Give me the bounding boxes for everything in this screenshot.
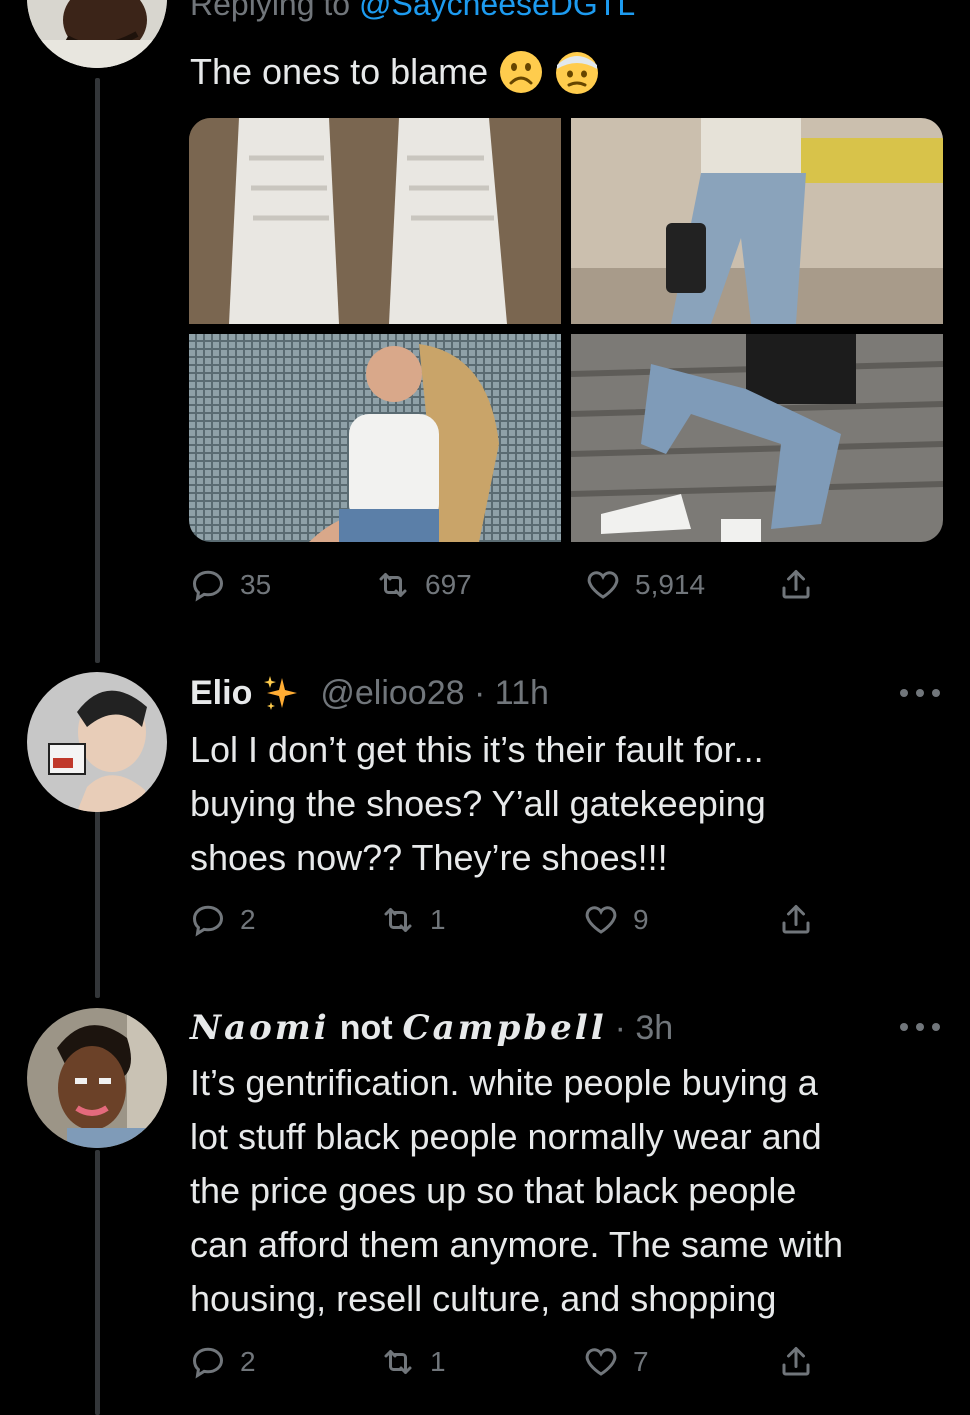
media-photo-steps-sneakers[interactable]	[571, 334, 943, 542]
heart-icon	[585, 906, 617, 934]
tweet-text: It’s gentrification. white people buying…	[190, 1056, 843, 1326]
more-options-icon[interactable]	[900, 683, 940, 703]
media-photo-sneakers[interactable]	[189, 118, 561, 324]
retweet-icon	[379, 573, 407, 597]
share-button[interactable]	[778, 898, 828, 942]
replying-prefix: Replying to	[190, 0, 359, 22]
reply-button[interactable]: 35	[190, 563, 271, 607]
like-button[interactable]: 5,914	[585, 563, 705, 607]
avatar[interactable]	[27, 1008, 167, 1148]
tweet-text-line: Lol I don’t get this it’s their fault fo…	[190, 729, 764, 770]
avatar[interactable]	[27, 0, 167, 68]
retweet-button[interactable]: 1	[380, 898, 446, 942]
reply-icon	[192, 1347, 224, 1379]
display-name-part-1[interactable]: Naomi	[190, 1008, 330, 1048]
avatar[interactable]	[27, 672, 167, 812]
replying-handle-link[interactable]: @SaycheeseDGTL	[359, 0, 635, 22]
retweet-button[interactable]: 697	[375, 563, 472, 607]
thread-line	[95, 808, 100, 998]
reply-count: 2	[240, 1346, 256, 1377]
replying-to: Replying to @SaycheeseDGTL	[190, 0, 635, 23]
tweet-text-line: buying the shoes? Y’all gatekeeping	[190, 783, 766, 824]
frowning-face-icon	[498, 49, 544, 95]
tweet-actions: 2 1 7	[190, 1340, 830, 1384]
retweet-count: 1	[430, 1346, 446, 1377]
more-options-icon[interactable]	[900, 1017, 940, 1037]
retweet-icon	[384, 1350, 412, 1374]
share-button[interactable]	[778, 1340, 828, 1384]
retweet-button[interactable]: 1	[380, 1340, 446, 1384]
retweet-count: 697	[425, 569, 472, 600]
reply-count: 2	[240, 904, 256, 935]
display-name-part-2[interactable]: not	[340, 1009, 393, 1048]
reply-icon	[192, 905, 224, 937]
heart-icon	[585, 1348, 617, 1376]
timestamp[interactable]: · 3h	[615, 1009, 674, 1048]
tweet-actions: 2 1 9	[190, 898, 830, 942]
display-name[interactable]: Elio	[190, 674, 252, 713]
tweet-text-line: the price goes up so that black people	[190, 1170, 797, 1211]
handle-timestamp[interactable]: @elioo28 · 11h	[320, 674, 549, 713]
media-photo-jeans-walking[interactable]	[571, 118, 943, 324]
thread-line	[95, 1150, 100, 1415]
reply-count: 35	[240, 569, 272, 600]
share-icon	[782, 570, 810, 599]
tweet-text: Lol I don’t get this it’s their fault fo…	[190, 723, 766, 885]
tweet-text-line: lot stuff black people normally wear and	[190, 1116, 822, 1157]
share-button[interactable]	[778, 563, 828, 607]
like-count: 9	[633, 904, 649, 935]
tweet-text-content: The ones to blame	[190, 51, 489, 92]
like-button[interactable]: 9	[583, 898, 649, 942]
reply-header: Elio @elioo28 · 11h	[190, 674, 549, 714]
reply-button[interactable]: 2	[190, 898, 256, 942]
tweet-text-line: housing, resell culture, and shopping	[190, 1278, 777, 1319]
share-icon	[782, 1347, 810, 1376]
tweet-text: The ones to blame	[190, 45, 600, 99]
reply-icon	[192, 570, 224, 602]
media-photo-woman-tank-top[interactable]	[189, 334, 561, 542]
heart-icon	[587, 571, 619, 599]
reply-header: Naomi not Campbell · 3h	[190, 1008, 673, 1048]
tweet-text-line: It’s gentrification. white people buying…	[190, 1062, 818, 1103]
media-grid[interactable]	[189, 118, 943, 542]
tweet-actions: 35 697 5,914	[190, 563, 830, 607]
retweet-count: 1	[430, 904, 446, 935]
reply-button[interactable]: 2	[190, 1340, 256, 1384]
thread-line	[95, 78, 100, 663]
retweet-icon	[384, 908, 412, 932]
like-button[interactable]: 7	[583, 1340, 649, 1384]
tweet-text-line: shoes now?? They’re shoes!!!	[190, 837, 668, 878]
share-icon	[782, 905, 810, 934]
sparkles-icon	[262, 674, 302, 714]
like-count: 7	[633, 1346, 649, 1377]
like-count: 5,914	[635, 569, 706, 600]
tweet-text-line: can afford them anymore. The same with	[190, 1224, 843, 1265]
display-name-part-3[interactable]: Campbell	[403, 1008, 607, 1048]
face-with-head-bandage-icon	[554, 49, 600, 95]
